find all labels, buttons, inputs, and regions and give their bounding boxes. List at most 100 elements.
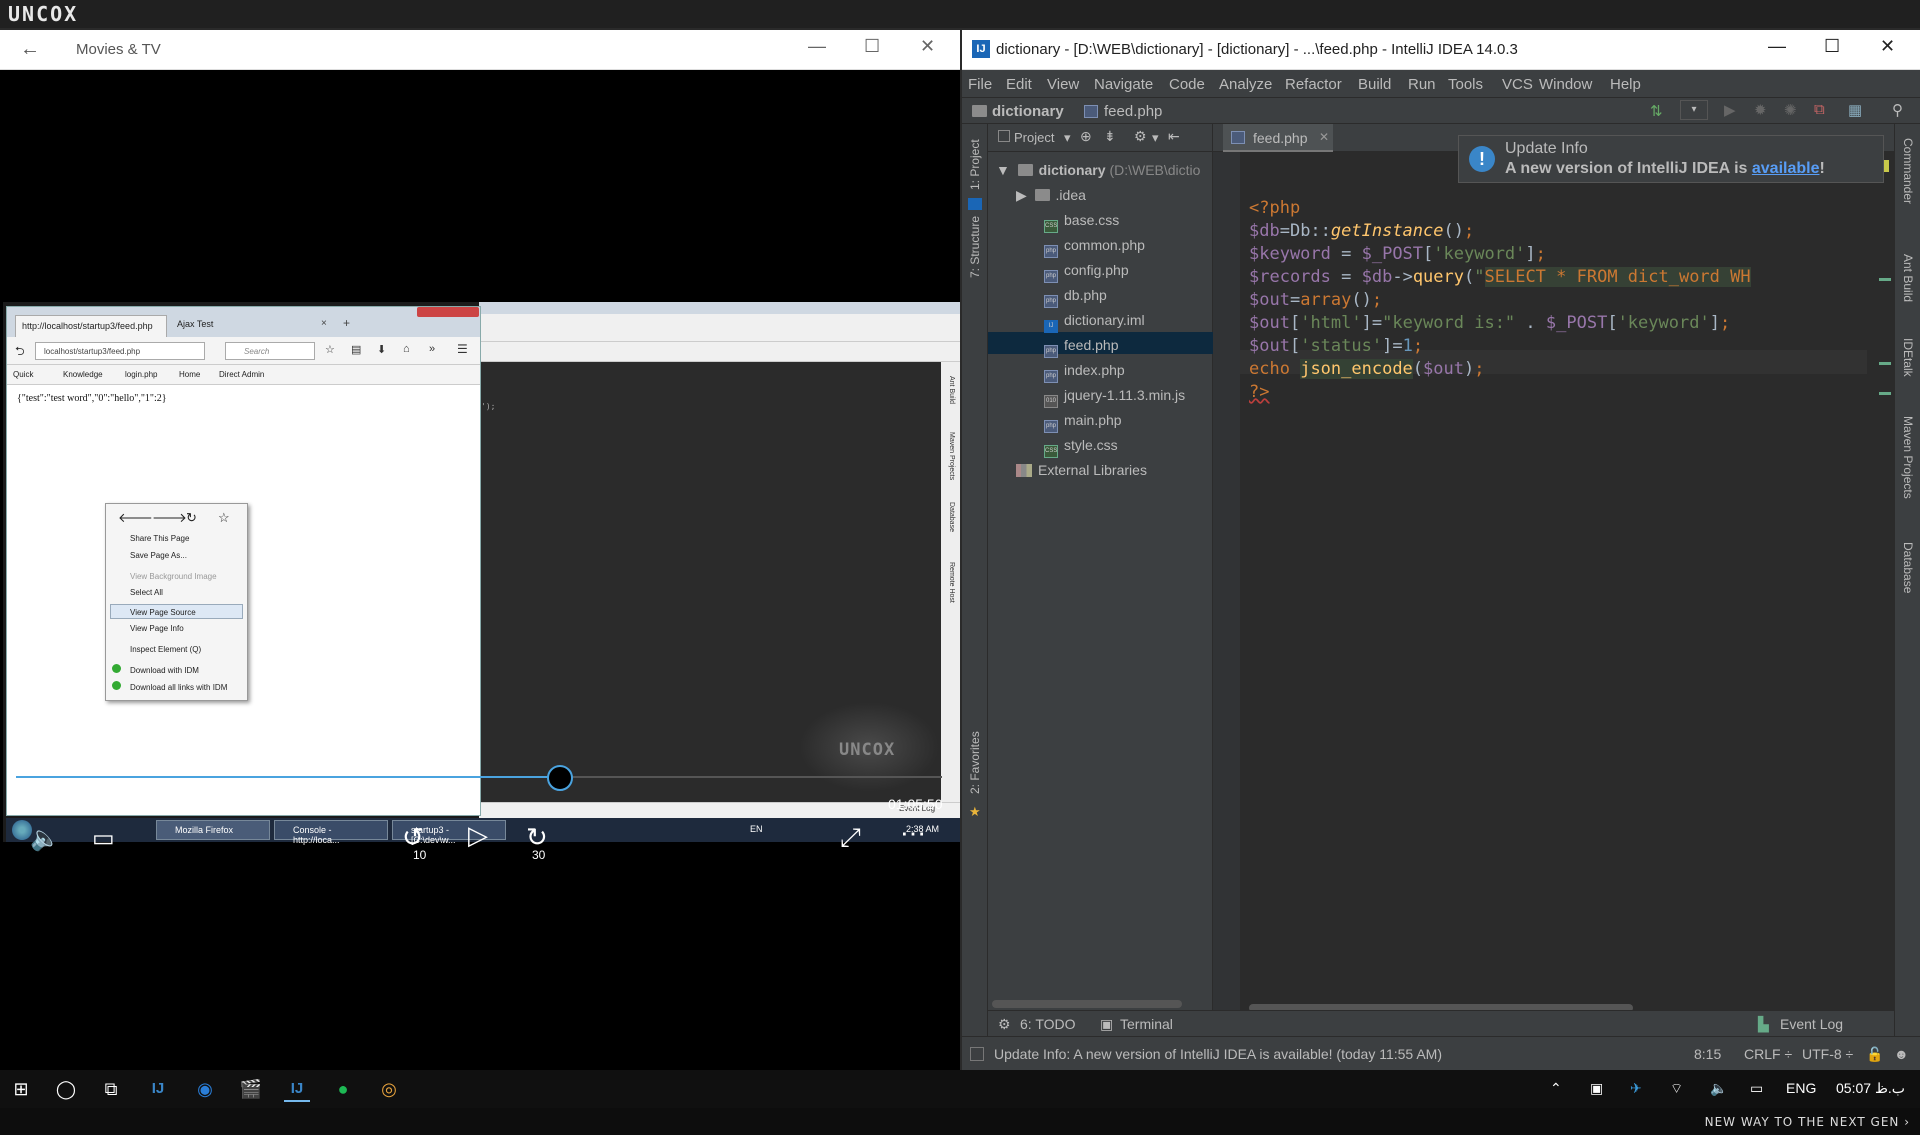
tab-terminal[interactable]: Terminal [1120,1016,1173,1032]
status-line-separator[interactable]: CRLF ÷ [1744,1046,1792,1062]
menu-build[interactable]: Build [1358,76,1391,93]
collapse-all-icon[interactable]: ⇟ [1104,128,1116,145]
ctx-download-idm[interactable]: Download with IDM [130,666,199,675]
ctx-view-page-source[interactable]: View Page Source [130,608,196,617]
notification-available-link[interactable]: available [1752,160,1820,177]
error-stripe-mark[interactable] [1879,278,1891,281]
firefox-tab-feed[interactable]: http://localhost/startup3/feed.php [15,315,167,337]
menu-analyze[interactable]: Analyze [1219,76,1272,93]
ff-bookmark-star-icon[interactable]: ☆ [325,343,335,356]
tree-external-libraries[interactable]: External Libraries [1016,462,1147,478]
more-options-icon[interactable]: ⋯ [900,818,926,849]
menu-view[interactable]: View [1047,76,1079,93]
inner-task-console[interactable]: Console - http://loca... [274,820,388,845]
ff-overflow-icon[interactable]: » [429,343,435,355]
start-windows-icon[interactable]: ⊞ [8,1076,34,1102]
ff-home-icon[interactable]: ⌂ [403,343,410,355]
ff-url-bar[interactable]: localhost/startup3/feed.php [35,342,205,360]
ctx-share-page[interactable]: Share This Page [130,534,189,543]
fullscreen-icon[interactable]: ⤢ [840,822,861,854]
ff-window-controls[interactable] [417,307,479,317]
vcs-update-icon[interactable]: ⇅ [1650,102,1663,120]
back-arrow-icon[interactable]: ← [20,38,40,61]
run-config-dropdown[interactable]: ▾ [1680,100,1708,120]
project-structure-icon[interactable]: ▦ [1848,101,1862,119]
intellij-active-taskbar-icon[interactable]: IJ [284,1076,310,1102]
status-encoding[interactable]: UTF-8 ÷ [1802,1046,1853,1062]
action-center-icon[interactable]: ▭ [1750,1080,1763,1097]
menu-refactor[interactable]: Refactor [1285,76,1342,93]
error-stripe-mark[interactable] [1879,392,1891,395]
ctx-view-page-info[interactable]: View Page Info [130,624,184,633]
maximize-button[interactable]: ☐ [864,36,880,57]
chrome-taskbar-icon[interactable]: ◎ [376,1076,402,1102]
tab-todo[interactable]: 6: TODO [1020,1016,1076,1032]
bookmark-knowledge[interactable]: Knowledge [63,370,103,379]
close-tab-icon[interactable]: × [321,318,327,329]
status-message[interactable]: Update Info: A new version of IntelliJ I… [994,1046,1442,1062]
tree-file[interactable]: CSS style.css [1044,437,1118,458]
tree-file[interactable]: php db.php [1044,287,1107,308]
ctx-back-icon[interactable]: 🡐 [118,510,153,526]
minimize-button[interactable]: — [808,36,826,57]
ff-back-icon[interactable]: ⮌ [15,342,25,363]
debug-icon[interactable]: ✹ [1754,101,1767,119]
error-stripe-mark[interactable] [1879,362,1891,365]
run-icon[interactable]: ▶ [1724,101,1736,119]
menu-code[interactable]: Code [1169,76,1205,93]
tree-file[interactable]: php main.php [1044,412,1122,433]
tab-event-log[interactable]: Event Log [1780,1016,1843,1032]
project-h-scrollbar[interactable] [992,1000,1182,1008]
menu-navigate[interactable]: Navigate [1094,76,1153,93]
telegram-tray-icon[interactable]: ✈ [1630,1080,1642,1097]
update-notification[interactable]: ! Update Info A new version of IntelliJ … [1458,135,1884,183]
tool-idetalk[interactable]: IDEtalk [1901,338,1915,377]
ff-clipboard-icon[interactable]: ▤ [351,343,361,356]
tree-folder-idea[interactable]: ▶ .idea [1016,187,1086,204]
ctx-inspect-element[interactable]: Inspect Element (Q) [130,645,201,654]
network-wifi-icon[interactable]: ⌔ [1670,1080,1683,1098]
tree-root[interactable]: ▼ dictionary (D:\WEB\dictio [996,162,1200,178]
bookmark-direct-admin[interactable]: Direct Admin [219,370,264,379]
play-icon[interactable]: ▷ [468,820,488,851]
ff-download-icon[interactable]: ⬇ [377,343,386,356]
menu-window[interactable]: Window [1539,76,1592,93]
tree-file[interactable]: 010 jquery-1.11.3.min.js [1044,387,1185,408]
new-tab-icon[interactable]: + [343,316,350,330]
hide-panel-icon[interactable]: ⇤ [1168,128,1180,145]
task-view-icon[interactable]: ⧉ [98,1076,124,1102]
gear-dropdown-icon[interactable]: ▾ [1152,130,1159,146]
tool-project[interactable]: 1: Project [968,139,982,190]
settings-gear-icon[interactable]: ⚙ [1134,128,1147,145]
breadcrumb-file[interactable]: feed.php [1104,103,1162,120]
idea-minimize-button[interactable]: — [1768,36,1786,57]
editor-tab-feed[interactable]: feed.php ✕ [1223,124,1333,152]
project-view-selector[interactable]: Project [1014,130,1054,145]
tray-app-icon[interactable]: ▣ [1590,1080,1603,1097]
inner-task-firefox[interactable]: Mozilla Firefox [156,820,270,840]
tool-maven-projects[interactable]: Maven Projects [1901,416,1915,499]
ff-page-body[interactable]: {"test":"test word","0":"hello","1":2} 🡐… [7,385,480,815]
tree-file[interactable]: CSS base.css [1044,212,1119,233]
movies-tv-taskbar-icon[interactable]: 🎬 [238,1076,264,1102]
menu-edit[interactable]: Edit [1006,76,1032,93]
bookmark-login[interactable]: login.php [125,370,157,379]
idea-maximize-button[interactable]: ☐ [1824,36,1840,57]
cortana-circle-icon[interactable]: ◯ [53,1076,79,1102]
tool-ant-build[interactable]: Ant Build [1901,254,1915,302]
ctx-save-page[interactable]: Save Page As... [130,551,187,560]
volume-icon[interactable]: 🔈 [30,824,60,853]
ctx-download-all-idm[interactable]: Download all links with IDM [130,683,227,692]
edge-taskbar-icon[interactable]: ◉ [192,1076,218,1102]
inspector-icon[interactable]: ☻ [1894,1046,1909,1062]
close-button[interactable]: ✕ [920,36,935,57]
vcs-icon[interactable]: ⧉ [1814,101,1825,118]
ff-search-box[interactable]: Search [225,342,315,360]
intellij-taskbar-icon[interactable]: IJ [145,1076,171,1102]
inner-start-button[interactable] [12,820,32,840]
code-editor[interactable]: <?php $db=Db::getInstance(); $keyword = … [1213,152,1894,1012]
show-hidden-icons[interactable]: ⌃ [1550,1080,1562,1097]
ctx-forward-icon[interactable]: 🡒 [152,510,187,526]
ctx-bookmark-icon[interactable]: ☆ [218,510,230,526]
tool-commander[interactable]: Commander [1901,138,1915,204]
